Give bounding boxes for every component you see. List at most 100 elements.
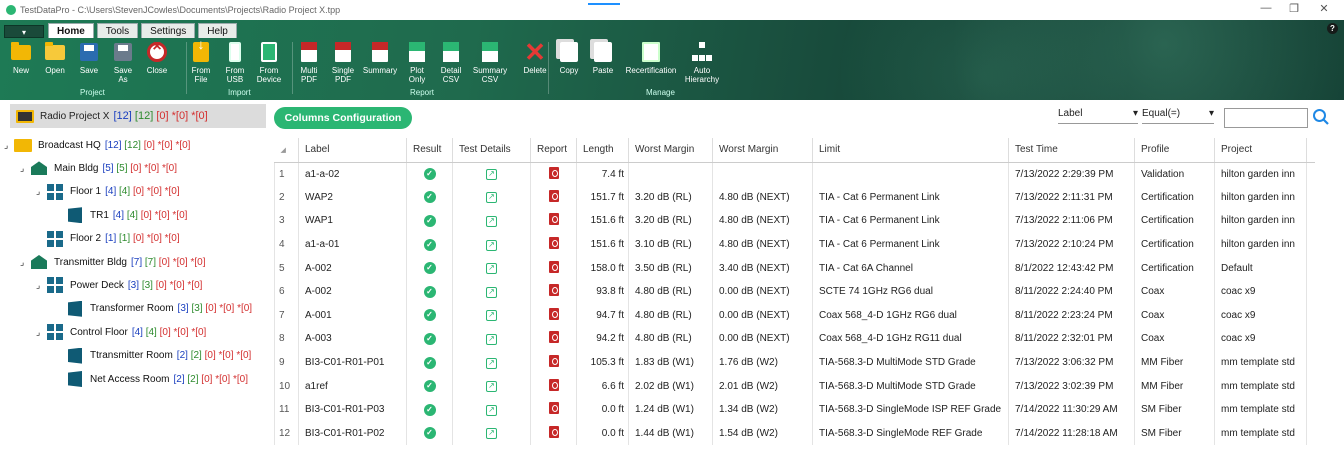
collapse-icon[interactable]: ⌟ xyxy=(20,257,30,268)
help-icon[interactable]: ? xyxy=(1327,23,1338,34)
pdf-report-icon[interactable] xyxy=(548,213,559,226)
table-row[interactable]: 12 BI3-C01-R01-P02 ✓ ↗ 0.0 ft 1.44 dB (W1) 1.5… xyxy=(274,421,1315,446)
tab-tools[interactable]: Tools xyxy=(96,23,139,38)
tree-item[interactable]: TR1 [4] [4] [0] *[0] *[0] xyxy=(56,204,187,226)
edit-icon[interactable]: ↗ xyxy=(486,310,497,322)
edit-icon[interactable]: ↗ xyxy=(486,381,497,393)
column-header[interactable]: Label xyxy=(298,138,407,163)
table-row[interactable]: 9 BI3-C01-R01-P01 ✓ ↗ 105.3 ft 1.83 dB (W1) 1.… xyxy=(274,350,1315,375)
table-row[interactable]: 2 WAP2 ✓ ↗ 151.7 ft 3.20 dB (RL) 4.80 dB (NEXT… xyxy=(274,185,1315,210)
collapse-icon[interactable]: ⌟ xyxy=(36,327,46,338)
tree-item[interactable]: ⌟ Floor 1 [4] [4] [0] *[0] *[0] xyxy=(36,181,180,203)
copy-button[interactable]: Copy xyxy=(552,39,586,89)
from-file-button[interactable]: From File xyxy=(184,39,218,89)
pdf-report-icon[interactable] xyxy=(548,378,559,391)
pdf-report-icon[interactable] xyxy=(548,189,559,202)
save-button[interactable]: Save xyxy=(72,39,106,89)
table-row[interactable]: 11 BI3-C01-R01-P03 ✓ ↗ 0.0 ft 1.24 dB (W1) 1.3… xyxy=(274,397,1315,422)
from-device-button[interactable]: From Device xyxy=(252,39,286,89)
table-row[interactable]: 8 A-003 ✓ ↗ 94.2 ft 4.80 dB (RL) 0.00 dB (NEXT… xyxy=(274,327,1315,351)
tab-settings[interactable]: Settings xyxy=(141,23,196,38)
filter-value-input[interactable] xyxy=(1224,108,1308,128)
pdf-report-icon[interactable] xyxy=(548,237,559,250)
edit-icon[interactable]: ↗ xyxy=(486,263,497,275)
column-header[interactable]: Profile xyxy=(1134,138,1215,163)
save-as-button[interactable]: Save As xyxy=(106,39,140,89)
tab-home[interactable]: Home xyxy=(48,23,94,38)
paste-button[interactable]: Paste xyxy=(586,39,620,89)
pdf-report-icon[interactable] xyxy=(548,425,559,438)
tree-item[interactable]: Transformer Room [3] [3] [0] *[0] *[0] xyxy=(56,298,252,320)
close-window-button[interactable]: ✕ xyxy=(1314,2,1334,15)
open-button[interactable]: Open xyxy=(38,39,72,89)
tree-item[interactable]: ⌟ Transmitter Bldg [7] [7] [0] *[0] *[0] xyxy=(20,251,206,273)
room-icon xyxy=(66,300,84,318)
table-row[interactable]: 10 a1ref ✓ ↗ 6.6 ft 2.02 dB (W1) 2.01 dB (W2) T… xyxy=(274,374,1315,398)
column-header[interactable]: Report xyxy=(530,138,577,163)
collapse-icon[interactable]: ⌟ xyxy=(4,140,14,151)
column-header[interactable]: Limit xyxy=(812,138,1009,163)
collapse-icon[interactable]: ⌟ xyxy=(36,186,46,197)
edit-icon[interactable]: ↗ xyxy=(486,239,497,251)
collapse-icon[interactable]: ⌟ xyxy=(20,163,30,174)
column-header[interactable]: Test Time xyxy=(1008,138,1135,163)
tree-item[interactable]: ⌟ Control Floor [4] [4] [0] *[0] *[0] xyxy=(36,321,206,343)
edit-icon[interactable]: ↗ xyxy=(486,215,497,227)
column-header[interactable]: Length xyxy=(576,138,629,163)
detail-csv-button[interactable]: Detail CSV xyxy=(434,39,468,89)
table-row[interactable]: 6 A-002 ✓ ↗ 93.8 ft 4.80 dB (RL) 0.00 dB (NEXT… xyxy=(274,279,1315,304)
table-row[interactable]: 4 a1-a-01 ✓ ↗ 151.6 ft 3.10 dB (RL) 4.80 dB (N… xyxy=(274,232,1315,257)
search-icon[interactable] xyxy=(1312,108,1330,126)
edit-icon[interactable]: ↗ xyxy=(486,333,497,345)
column-header[interactable]: Project xyxy=(1214,138,1307,163)
collapse-icon[interactable]: ⌟ xyxy=(36,280,46,291)
multi-pdf-button[interactable]: Multi PDF xyxy=(292,39,326,89)
close-button[interactable]: Close xyxy=(140,39,174,89)
table-row[interactable]: 1 a1-a-02 ✓ ↗ 7.4 ft 7/13/2022 2:29:39 PM Vali… xyxy=(274,162,1315,186)
table-row[interactable]: 5 A-002 ✓ ↗ 158.0 ft 3.50 dB (RL) 3.40 dB (NEX… xyxy=(274,256,1315,280)
edit-icon[interactable]: ↗ xyxy=(486,357,497,369)
plot-only-button[interactable]: Plot Only xyxy=(400,39,434,89)
tree-item[interactable]: ⌟ Main Bldg [5] [5] [0] *[0] *[0] xyxy=(20,157,177,179)
pdf-report-icon[interactable] xyxy=(548,307,559,320)
maximize-button[interactable]: ❐ xyxy=(1284,2,1304,15)
column-header[interactable]: Worst Margin xyxy=(712,138,813,163)
pdf-report-icon[interactable] xyxy=(548,331,559,344)
edit-icon[interactable]: ↗ xyxy=(486,169,497,181)
summary-button[interactable]: Summary xyxy=(360,39,400,89)
edit-icon[interactable]: ↗ xyxy=(486,428,497,440)
columns-configuration-button[interactable]: Columns Configuration xyxy=(274,107,412,129)
tree-item[interactable]: Net Access Room [2] [2] [0] *[0] *[0] xyxy=(56,368,248,390)
recertification-button[interactable]: Recertification xyxy=(620,39,682,89)
tree-root-project[interactable]: Radio Project X [12] [12] [0] *[0] *[0] xyxy=(10,104,266,128)
table-row[interactable]: 7 A-001 ✓ ↗ 94.7 ft 4.80 dB (RL) 0.00 dB (NEXT… xyxy=(274,303,1315,328)
edit-icon[interactable]: ↗ xyxy=(486,286,497,298)
app-menu-button[interactable]: ▾ xyxy=(4,25,44,38)
edit-icon[interactable]: ↗ xyxy=(486,404,497,416)
edit-icon[interactable]: ↗ xyxy=(486,192,497,204)
column-header[interactable]: Result xyxy=(406,138,453,163)
tree-item[interactable]: Ttransmitter Room [2] [2] [0] *[0] *[0] xyxy=(56,345,251,367)
overflow-cell xyxy=(1306,327,1315,351)
tree-item[interactable]: Floor 2 [1] [1] [0] *[0] *[0] xyxy=(36,228,180,250)
from-usb-button[interactable]: From USB xyxy=(218,39,252,89)
pdf-report-icon[interactable] xyxy=(548,260,559,273)
delete-button[interactable]: ✕ Delete xyxy=(518,39,552,89)
filter-operator-select[interactable]: Equal(=) ▾ xyxy=(1142,108,1214,124)
auto-hierarchy-button[interactable]: Auto Hierarchy xyxy=(682,39,722,89)
summary-csv-button[interactable]: Summary CSV xyxy=(468,39,512,89)
single-pdf-button[interactable]: Single PDF xyxy=(326,39,360,89)
recertification-icon xyxy=(640,41,662,63)
column-header[interactable]: Test Details xyxy=(452,138,531,163)
pdf-report-icon[interactable] xyxy=(548,402,559,415)
column-header[interactable]: Worst Margin xyxy=(628,138,713,163)
pdf-report-icon[interactable] xyxy=(548,166,559,179)
minimize-button[interactable]: — xyxy=(1256,2,1276,14)
tree-item[interactable]: ⌟ Broadcast HQ [12] [12] [0] *[0] *[0] xyxy=(4,134,190,156)
tree-item[interactable]: ⌟ Power Deck [3] [3] [0] *[0] *[0] xyxy=(36,274,202,296)
table-row[interactable]: 3 WAP1 ✓ ↗ 151.6 ft 3.20 dB (RL) 4.80 dB (NEXT… xyxy=(274,209,1315,233)
pdf-report-icon[interactable] xyxy=(548,355,559,368)
pdf-report-icon[interactable] xyxy=(548,284,559,297)
filter-field-select[interactable]: Label ▾ xyxy=(1058,108,1138,124)
new-button[interactable]: New xyxy=(4,39,38,89)
